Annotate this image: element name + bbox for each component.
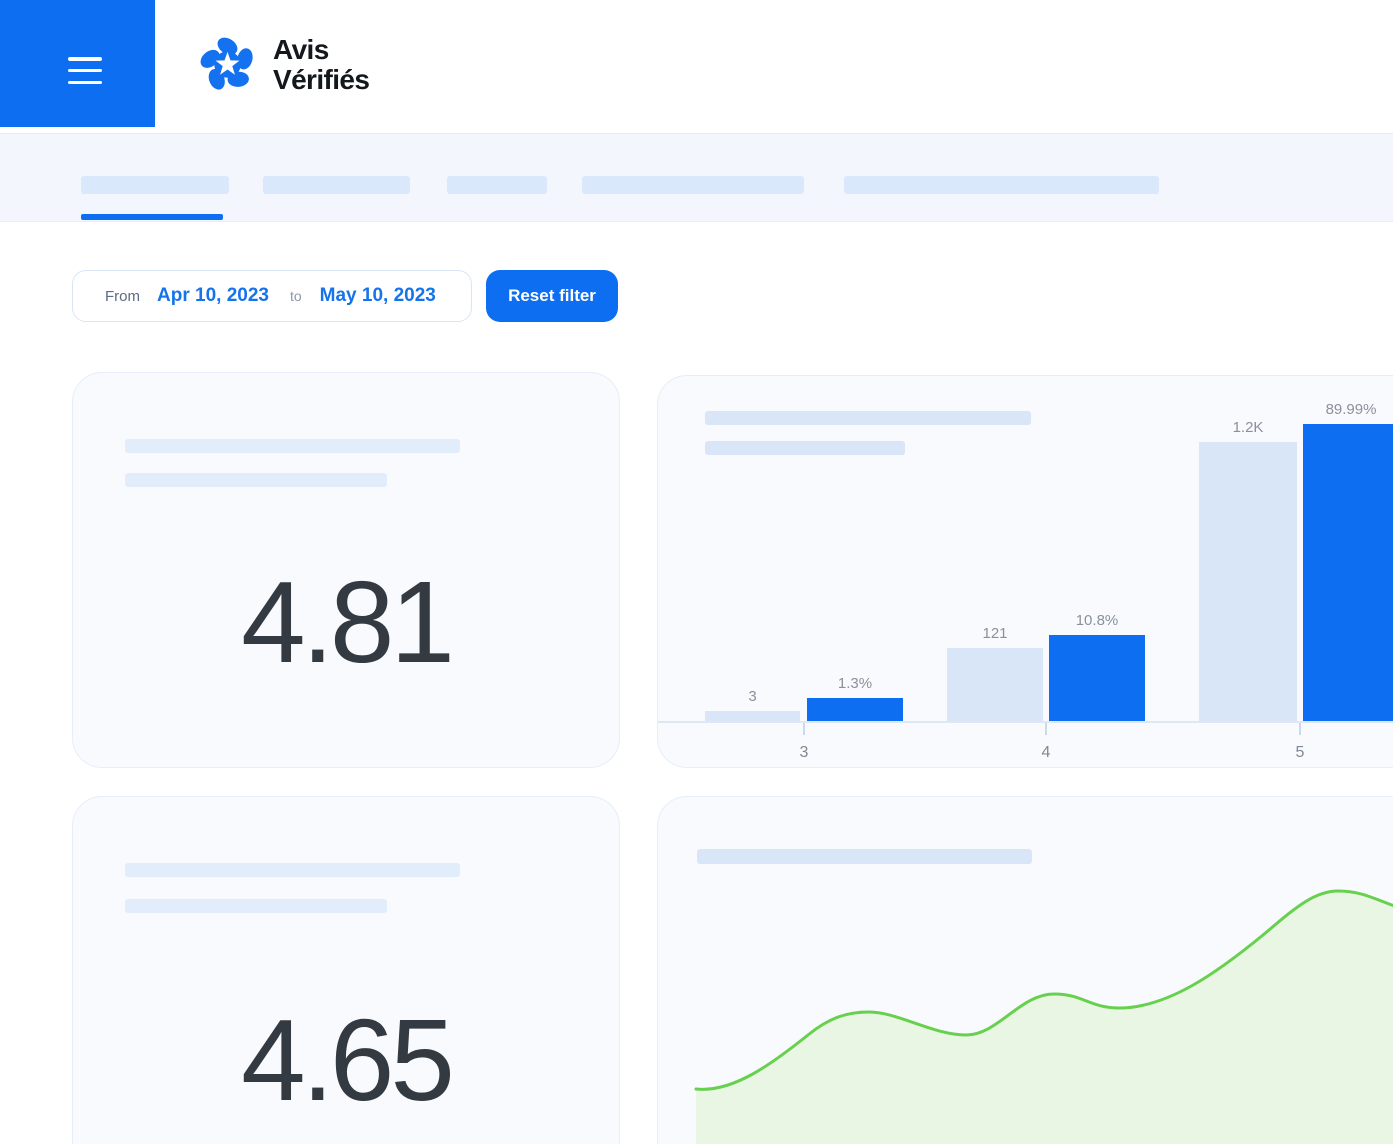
start-date[interactable]: Apr 10, 2023 [157,285,269,307]
nav-tab-4[interactable] [582,176,804,194]
card-title-placeholder [125,863,460,877]
hamburger-icon [68,57,102,84]
header: Avis Vérifiés [0,0,1393,127]
svg-text:1.3%: 1.3% [838,675,872,692]
brand-name: Avis Vérifiés [273,35,369,95]
nav-tab-5[interactable] [844,176,1159,194]
svg-text:4: 4 [1042,744,1051,761]
card-subtitle-placeholder [125,473,387,487]
trend-card [657,796,1393,1144]
svg-text:5: 5 [1296,744,1305,761]
svg-text:10.8%: 10.8% [1076,612,1119,629]
from-label: From [105,288,140,305]
rating-card-top: 4.81 [72,372,620,768]
nav-tab-3[interactable] [447,176,547,194]
bar-chart: 3 1.3% 121 10.8% 1.2K 89.99% 3 4 5 [658,376,1393,769]
nav-tabs [0,133,1393,222]
active-tab-underline [81,214,223,220]
date-range-picker[interactable]: From Apr 10, 2023 to May 10, 2023 [72,270,472,322]
nav-tab-1[interactable] [81,176,229,194]
area-chart [658,797,1393,1144]
svg-text:3: 3 [800,744,809,761]
distribution-card: 3 1.3% 121 10.8% 1.2K 89.99% 3 4 5 [657,375,1393,768]
end-date[interactable]: May 10, 2023 [320,285,436,307]
rating-card-bottom: 4.65 [72,796,620,1144]
svg-text:89.99%: 89.99% [1326,401,1377,418]
svg-text:121: 121 [982,625,1007,642]
nav-tab-2[interactable] [263,176,410,194]
card-subtitle-placeholder [125,899,387,913]
brand-logo: Avis Vérifiés [196,33,369,96]
reset-filter-button[interactable]: Reset filter [486,270,618,322]
to-label: to [290,288,302,304]
card-title-placeholder [125,439,460,453]
rating-value-top: 4.81 [73,555,619,689]
star-pinwheel-icon [196,33,259,96]
svg-text:3: 3 [748,688,756,705]
svg-text:1.2K: 1.2K [1233,419,1264,436]
menu-button[interactable] [0,0,155,127]
rating-value-bottom: 4.65 [73,993,619,1127]
